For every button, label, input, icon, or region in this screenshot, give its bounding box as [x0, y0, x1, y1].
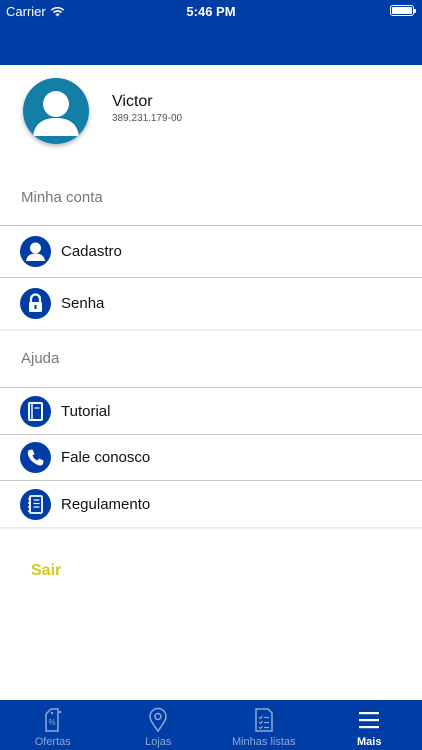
book-icon: [20, 395, 51, 427]
top-bar: Carrier 5:46 PM: [0, 0, 422, 65]
user-avatar-icon: [23, 78, 89, 144]
tab-mais[interactable]: Mais: [317, 700, 422, 750]
menu-item-label: Senha: [61, 295, 105, 312]
menu-item-fale-conosco[interactable]: Fale conosco: [0, 435, 422, 480]
section-title-account: Minha conta: [21, 189, 103, 206]
menu-item-regulamento[interactable]: Regulamento: [0, 481, 422, 527]
menu-item-tutorial[interactable]: Tutorial: [0, 388, 422, 434]
tab-minhas-listas[interactable]: Minhas listas: [211, 700, 317, 750]
menu-item-label: Cadastro: [61, 243, 122, 260]
menu-item-label: Regulamento: [61, 495, 151, 513]
checklist-icon: [255, 708, 273, 732]
divider: [0, 527, 422, 530]
divider: [0, 329, 422, 332]
carrier-label: Carrier: [6, 4, 46, 19]
user-document: 389.231.179-00: [112, 113, 183, 124]
section-title-help: Ajuda: [21, 350, 60, 367]
tab-label: Ofertas: [34, 736, 71, 748]
tab-label: Lojas: [145, 736, 172, 748]
menu-item-label: Fale conosco: [61, 449, 151, 466]
tab-label: Mais: [357, 736, 382, 748]
user-name: Victor: [112, 93, 153, 110]
menu-icon: [359, 712, 380, 729]
phone-icon: [20, 442, 51, 473]
profile-header: Victor 389.231.179-00: [0, 65, 422, 160]
menu-item-cadastro[interactable]: Cadastro: [0, 226, 422, 277]
wifi-icon: [50, 6, 64, 17]
avatar: [23, 78, 89, 144]
map-pin-icon: [149, 707, 168, 733]
battery-icon: [390, 5, 416, 16]
lock-icon: [20, 288, 51, 319]
menu-item-senha[interactable]: Senha: [0, 278, 422, 329]
tab-bar: % Ofertas Lojas Minhas listas Mais: [0, 700, 422, 750]
tab-ofertas[interactable]: % Ofertas: [0, 700, 106, 750]
notebook-icon: [20, 488, 51, 520]
logout-button[interactable]: Sair: [31, 562, 61, 580]
tab-label: Minhas listas: [231, 736, 296, 748]
status-bar: Carrier 5:46 PM: [0, 0, 422, 22]
svg-text:%: %: [48, 718, 55, 727]
tab-lojas[interactable]: Lojas: [106, 700, 212, 750]
discount-tag-icon: %: [45, 708, 62, 732]
user-icon: [20, 236, 51, 267]
carrier-indicator: Carrier: [6, 4, 65, 19]
menu-item-label: Tutorial: [61, 402, 111, 420]
